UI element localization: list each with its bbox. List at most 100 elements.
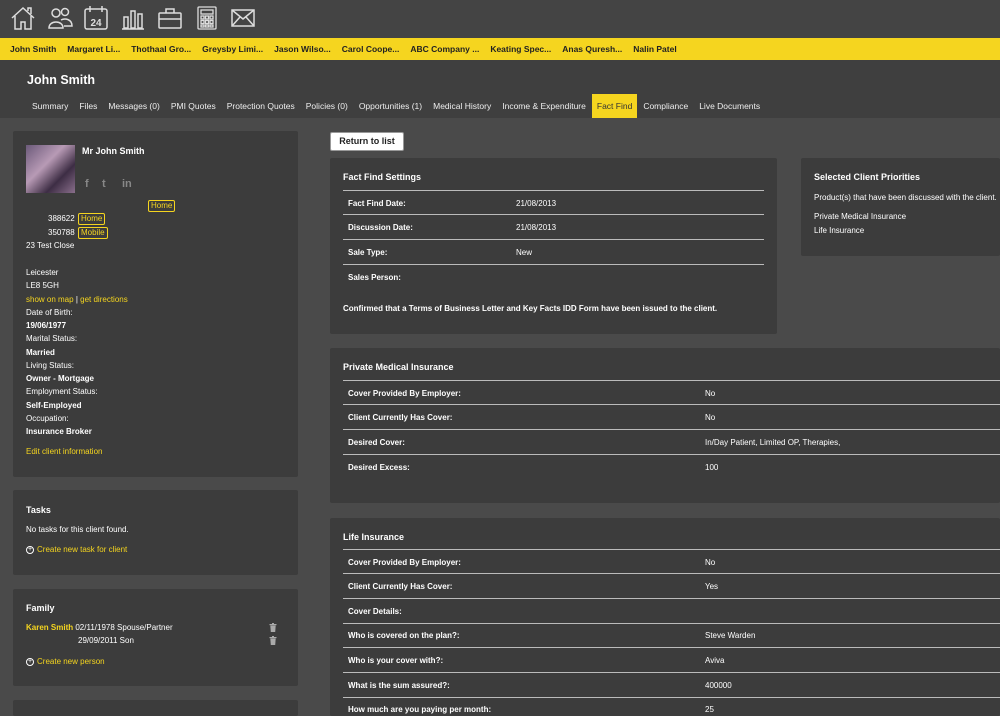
map-links: show on map | get directions — [26, 295, 128, 304]
trash-icon[interactable] — [269, 623, 277, 632]
table-row: Cover Provided By Employer: No — [343, 380, 1000, 405]
home-icon[interactable] — [10, 5, 36, 31]
row-value: Steve Warden — [705, 631, 756, 640]
bar-chart-icon[interactable] — [120, 5, 146, 31]
calculator-icon[interactable] — [194, 5, 220, 31]
fact-find-settings-title: Fact Find Settings — [343, 172, 422, 182]
tab-summary[interactable]: Summary — [27, 94, 73, 118]
row-label: Fact Find Date: — [348, 199, 406, 208]
show-on-map-link[interactable]: show on map — [26, 295, 74, 304]
address-postcode: LE8 5GH — [26, 281, 59, 290]
table-row: Client Currently Has Cover: Yes — [343, 574, 1000, 599]
table-row: Cover Details: — [343, 599, 1000, 624]
family-member-name[interactable]: Karen Smith — [26, 623, 73, 632]
tab-policies[interactable]: Policies (0) — [301, 94, 353, 118]
occupation-value: Insurance Broker — [26, 427, 92, 436]
tab-compliance[interactable]: Compliance — [638, 94, 693, 118]
row-label: Sale Type: — [348, 248, 388, 257]
row-label: Client Currently Has Cover: — [348, 413, 453, 422]
mail-icon[interactable] — [230, 5, 256, 31]
trash-icon[interactable] — [269, 636, 277, 645]
client-tab[interactable]: Nalin Patel — [633, 44, 676, 54]
calendar-day-text: 24 — [90, 18, 102, 29]
tab-live-documents[interactable]: Live Documents — [694, 94, 765, 118]
create-person-link[interactable]: + Create new person — [26, 657, 105, 666]
row-value: No — [705, 558, 716, 567]
return-to-list-button[interactable]: Return to list — [330, 132, 404, 151]
row-label: Cover Provided By Employer: — [348, 558, 461, 567]
row-value: Aviva — [705, 656, 725, 665]
dob-label: Date of Birth: — [26, 308, 73, 317]
row-label: Sales Person: — [348, 273, 401, 282]
priority-item: Life Insurance — [814, 226, 865, 235]
row-value: 21/08/2013 — [516, 223, 557, 232]
family-panel — [13, 589, 298, 686]
row-value: In/Day Patient, Limited OP, Therapies, — [705, 438, 841, 447]
profile-name: Mr John Smith — [82, 146, 145, 156]
link-separator: | — [75, 295, 78, 304]
linkedin-icon[interactable]: in — [122, 178, 132, 190]
calendar-icon[interactable]: 24 — [83, 5, 109, 31]
email-home-badge[interactable]: Home — [148, 200, 176, 212]
table-row: Cover Provided By Employer: No — [343, 549, 1000, 574]
tab-protection-quotes[interactable]: Protection Quotes — [222, 94, 300, 118]
compliance-note: Confirmed that a Terms of Business Lette… — [343, 304, 718, 313]
tab-pmi-quotes[interactable]: PMI Quotes — [166, 94, 221, 118]
table-row: Fact Find Date: 21/08/2013 — [343, 190, 764, 215]
client-tab[interactable]: John Smith — [10, 44, 56, 54]
address-city: Leicester — [26, 268, 59, 277]
row-value: 21/08/2013 — [516, 199, 557, 208]
table-row: Desired Cover: In/Day Patient, Limited OP… — [343, 430, 1000, 455]
facebook-icon[interactable]: f — [85, 178, 89, 190]
tab-messages[interactable]: Messages (0) — [103, 94, 165, 118]
get-directions-link[interactable]: get directions — [80, 295, 128, 304]
client-tab[interactable]: ABC Company ... — [410, 44, 479, 54]
client-tab[interactable]: Keating Spec... — [490, 44, 551, 54]
tab-opportunities[interactable]: Opportunities (1) — [354, 94, 427, 118]
plus-circle-icon: + — [26, 657, 34, 666]
client-tab[interactable]: Margaret Li... — [67, 44, 120, 54]
client-header: John Smith Summary Files Messages (0) PM… — [0, 60, 1000, 118]
client-tabs-nav: Summary Files Messages (0) PMI Quotes Pr… — [27, 94, 766, 118]
life-title: Life Insurance — [343, 532, 405, 542]
table-row: What is the sum assured?: 400000 — [343, 673, 1000, 698]
table-row: How much are you paying per month: 25 — [343, 697, 1000, 716]
page-title: John Smith — [27, 73, 96, 87]
tab-files[interactable]: Files — [74, 94, 102, 118]
tab-income-expenditure[interactable]: Income & Expenditure — [497, 94, 591, 118]
phone-home: 388622 — [48, 214, 75, 223]
pmi-title: Private Medical Insurance — [343, 362, 454, 372]
client-tab[interactable]: Jason Wilso... — [274, 44, 331, 54]
tab-fact-find[interactable]: Fact Find — [591, 94, 638, 118]
client-tab[interactable]: Greysby Limi... — [202, 44, 263, 54]
table-row: Sales Person: — [343, 265, 764, 290]
top-toolbar: 24 — [0, 0, 1000, 38]
tasks-title: Tasks — [26, 505, 51, 515]
employment-value: Self-Employed — [26, 401, 82, 410]
address-line1: 23 Test Close — [26, 241, 75, 250]
create-task-link[interactable]: + Create new task for client — [26, 545, 127, 554]
twitter-icon[interactable]: t — [102, 178, 106, 190]
row-value: Yes — [705, 582, 719, 591]
row-label: Cover Provided By Employer: — [348, 389, 461, 398]
people-icon[interactable] — [47, 5, 73, 31]
marital-label: Marital Status: — [26, 334, 78, 343]
row-value: 100 — [705, 463, 719, 472]
plus-circle-icon: + — [26, 545, 34, 554]
tab-medical-history[interactable]: Medical History — [428, 94, 496, 118]
marital-value: Married — [26, 348, 55, 357]
family-member-details: 02/11/1978 Spouse/Partner — [75, 623, 173, 632]
client-tab[interactable]: Carol Coope... — [342, 44, 400, 54]
family-title: Family — [26, 603, 55, 613]
table-row: Client Currently Has Cover: No — [343, 405, 1000, 430]
row-value: New — [516, 248, 533, 257]
row-label: How much are you paying per month: — [348, 705, 492, 714]
extra-panel — [13, 700, 298, 716]
family-member: Karen Smith 02/11/1978 Spouse/Partner — [26, 623, 173, 632]
occupation-label: Occupation: — [26, 414, 69, 423]
row-value: 25 — [705, 705, 714, 714]
client-tab[interactable]: Anas Quresh... — [562, 44, 622, 54]
client-tab[interactable]: Thothaal Gro... — [131, 44, 191, 54]
briefcase-icon[interactable] — [157, 5, 183, 31]
edit-client-link[interactable]: Edit client information — [26, 447, 102, 456]
